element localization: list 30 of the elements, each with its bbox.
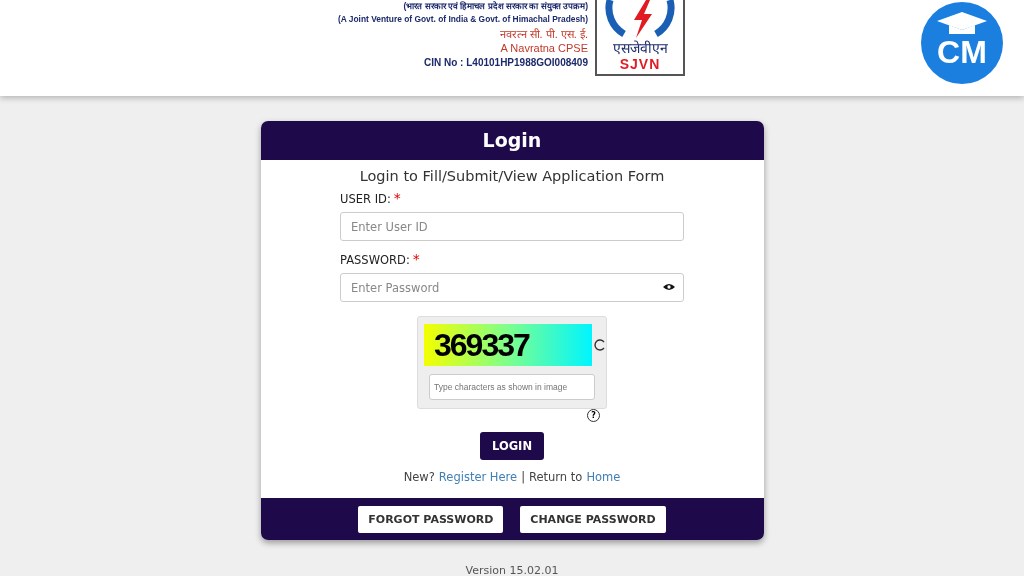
badge-text: CM	[937, 36, 987, 68]
refresh-icon[interactable]	[594, 339, 606, 351]
login-button[interactable]: LOGIN	[479, 432, 544, 460]
footer-button[interactable]: CHANGE PASSWORD	[520, 505, 666, 533]
required-mark: *	[412, 251, 420, 267]
logo-text: एसजेवीएन	[612, 40, 668, 57]
header-text: (A Joint Venture of Govt. of India & Govt. of Himachal Pradesh)	[337, 13, 588, 26]
field-label: USER ID:	[340, 192, 391, 206]
password-field[interactable]: Enter Password	[340, 273, 684, 302]
field-label: PASSWORD:	[340, 253, 410, 267]
header-text: A Navratna CPSE	[500, 41, 588, 56]
links-text: Return to	[529, 470, 583, 484]
header-text: (भारत सरकार एवं हिमाचल प्रदेश सरकार का संयुक्त उपक्रम)	[403, 0, 588, 12]
eye-icon[interactable]	[663, 283, 675, 291]
register-link[interactable]: Register Here	[438, 470, 518, 484]
captcha-field[interactable]: Type characters as shown in image	[429, 374, 595, 400]
header-text: CIN No : L40101HP1988GOI008409	[424, 55, 588, 70]
card-title: Login	[260, 121, 764, 160]
version-text: Version 15.02.01	[465, 564, 559, 576]
logo-text: SJVN	[619, 57, 661, 72]
graduation-cap-icon	[937, 12, 987, 36]
separator-text: |	[521, 470, 525, 484]
form-subtitle: Login to Fill/Submit/View Application Form	[359, 168, 665, 184]
user-id-field[interactable]: Enter User ID	[340, 212, 684, 241]
footer-button[interactable]: FORGOT PASSWORD	[358, 505, 504, 533]
captcha-image: 369337	[424, 324, 592, 366]
links-text: New?	[403, 470, 435, 484]
header-text: नवरत्न सी. पी. एस. ई.	[499, 26, 588, 41]
required-mark: *	[393, 190, 401, 206]
home-link[interactable]: Home	[586, 470, 621, 484]
